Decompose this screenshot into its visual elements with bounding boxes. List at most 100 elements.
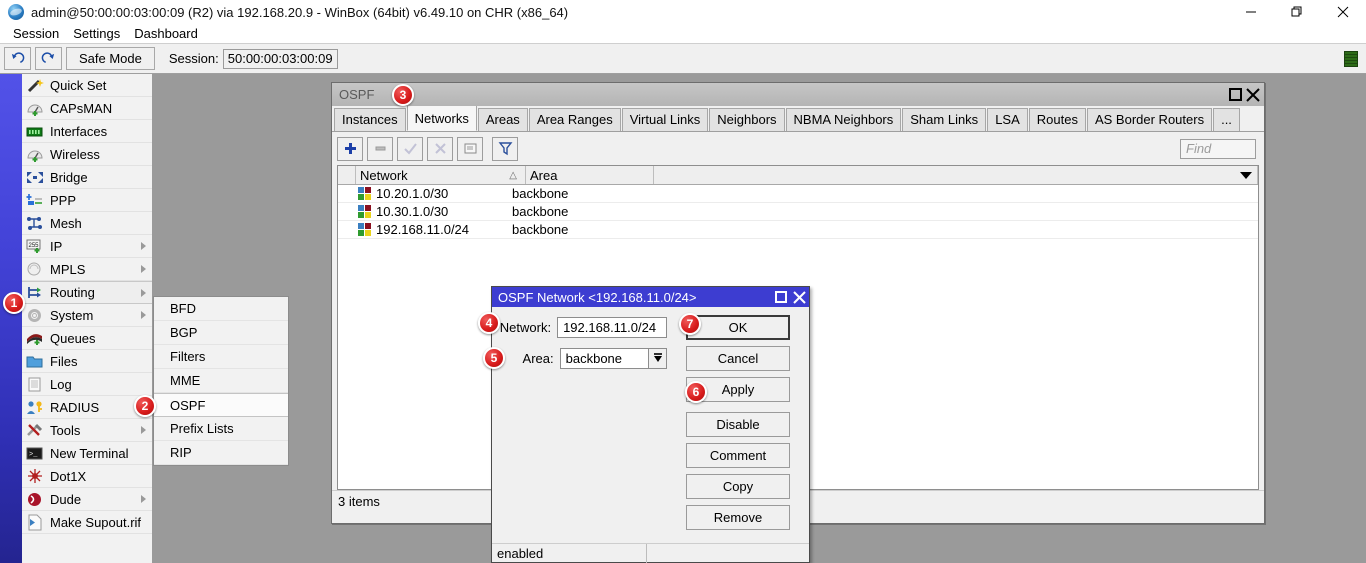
menu-settings[interactable]: Settings [66,24,127,43]
tab-sham-links[interactable]: Sham Links [902,108,987,131]
window-controls [1228,0,1366,24]
submenu-item-filters[interactable]: Filters [154,345,288,369]
submenu-item-prefix-lists[interactable]: Prefix Lists [154,417,288,441]
callout-badge-2: 2 [134,395,156,417]
session-value[interactable]: 50:00:00:03:00:09 [222,48,338,69]
close-icon[interactable] [1320,0,1366,24]
tab-networks[interactable]: Networks [406,105,477,131]
table-row[interactable]: 10.30.1.0/30 backbone [338,203,1258,221]
column-header-area-label: Area [530,167,558,183]
cpu-indicator [1344,50,1358,67]
sidebar-item-dot1x[interactable]: Dot1X [22,465,152,488]
remove-button[interactable]: Remove [686,505,790,530]
column-header-area[interactable]: Area [526,166,654,184]
sort-ascending-icon: △ [509,169,517,181]
submenu-item-rip[interactable]: RIP [154,441,288,465]
sidebar-item-log[interactable]: Log [22,373,152,396]
sidebar-item-make-supout-rif[interactable]: Make Supout.rif [22,511,152,534]
remove-button[interactable] [367,136,393,161]
chevron-right-icon [141,242,146,250]
ospf-close-icon[interactable] [1245,87,1261,103]
sidebar-item-new-terminal[interactable]: >_ New Terminal [22,442,152,465]
cell-network: 10.30.1.0/30 [338,204,508,219]
submenu-item-ospf[interactable]: OSPF [154,393,288,417]
sidebar-item-wireless[interactable]: Wireless [22,143,152,166]
table-row[interactable]: 10.20.1.0/30 backbone [338,185,1258,203]
sidebar-item-mpls[interactable]: MPLS [22,258,152,281]
comment-button[interactable]: Comment [686,443,790,468]
add-button[interactable] [337,136,363,161]
tab-instances[interactable]: Instances [334,108,406,131]
sidebar-item-ip[interactable]: 255 IP [22,235,152,258]
sidebar-item-radius[interactable]: RADIUS [22,396,152,419]
area-input[interactable]: backbone [559,347,650,369]
sidebar-item-dude[interactable]: Dude [22,488,152,511]
tab-as-border-routers[interactable]: AS Border Routers [1086,108,1213,131]
dialog-titlebar[interactable]: OSPF Network <192.168.11.0/24> [492,287,809,307]
ospf-maximize-icon[interactable] [1227,87,1243,103]
tab-area-ranges[interactable]: Area Ranges [528,108,621,131]
enable-button[interactable] [397,136,423,161]
sidebar-item-ppp[interactable]: PPP [22,189,152,212]
tab-nbma-neighbors[interactable]: NBMA Neighbors [785,108,902,131]
ok-button[interactable]: OK [686,315,790,340]
sidebar-item-interfaces[interactable]: Interfaces [22,120,152,143]
sidebar-item-system[interactable]: System [22,304,152,327]
sidebar-item-mesh[interactable]: Mesh [22,212,152,235]
dialog-fields: Network: 192.168.11.0/24 Area: backbone [492,307,667,543]
ospf-window-controls [1227,87,1264,103]
network-input[interactable]: 192.168.11.0/24 [557,316,667,338]
cancel-button[interactable]: Cancel [686,346,790,371]
log-icon [26,376,44,393]
comment-button[interactable] [457,136,483,161]
cell-network-value: 10.20.1.0/30 [376,186,449,201]
maximize-restore-icon[interactable] [1274,0,1320,24]
queues-icon [26,330,44,347]
dialog-body: Network: 192.168.11.0/24 Area: backbone … [492,307,809,543]
tab-lsa[interactable]: LSA [987,108,1028,131]
safe-mode-button[interactable]: Safe Mode [66,47,155,70]
dialog-maximize-icon[interactable] [773,290,789,305]
app-root: admin@50:00:00:03:00:09 (R2) via 192.168… [0,0,1366,563]
ospf-window-titlebar[interactable]: OSPF [332,83,1264,106]
sidebar-item-routing[interactable]: Routing [22,281,152,304]
ospf-tabs: Instances Networks Areas Area Ranges Vir… [332,105,1264,132]
dialog-close-icon[interactable] [791,290,807,305]
area-dropdown-button[interactable] [649,347,667,369]
tab-virtual-links[interactable]: Virtual Links [621,108,709,131]
submenu-item-bgp[interactable]: BGP [154,321,288,345]
search-input[interactable]: Find [1180,138,1256,159]
disable-button[interactable]: Disable [686,412,790,437]
table-row[interactable]: 192.168.11.0/24 backbone [338,221,1258,239]
sidebar-item-tools[interactable]: Tools [22,419,152,442]
submenu-item-bfd[interactable]: BFD [154,297,288,321]
svg-text:>_: >_ [29,451,38,459]
dialog-title: OSPF Network <192.168.11.0/24> [498,289,697,305]
sidebar-item-quick-set[interactable]: Quick Set [22,74,152,97]
tab-routes[interactable]: Routes [1028,108,1086,131]
tab-neighbors[interactable]: Neighbors [709,108,785,131]
sidebar-item-queues[interactable]: Queues [22,327,152,350]
column-chooser[interactable] [654,166,1258,184]
minimize-icon[interactable] [1228,0,1274,24]
sidebar-item-files[interactable]: Files [22,350,152,373]
sidebar-accent-strip [0,74,22,563]
sidebar-item-capsman[interactable]: CAPsMAN [22,97,152,120]
menu-dashboard[interactable]: Dashboard [127,24,205,43]
undo-icon[interactable] [4,47,31,70]
column-header-network[interactable]: Network △ [356,166,526,184]
submenu-item-mme[interactable]: MME [154,369,288,393]
copy-button[interactable]: Copy [686,474,790,499]
sidebar-item-bridge[interactable]: Bridge [22,166,152,189]
dot1x-icon [26,468,44,485]
disable-button[interactable] [427,136,453,161]
redo-icon[interactable] [35,47,62,70]
item-count-label: 3 items [338,494,380,509]
menu-session[interactable]: Session [6,24,66,43]
gauge-icon [26,100,44,117]
sidebar-item-label: PPP [50,192,77,208]
tab-more[interactable]: ... [1213,108,1240,131]
radius-key-icon [26,399,44,416]
tab-areas[interactable]: Areas [477,108,528,131]
filter-button[interactable] [492,136,518,161]
